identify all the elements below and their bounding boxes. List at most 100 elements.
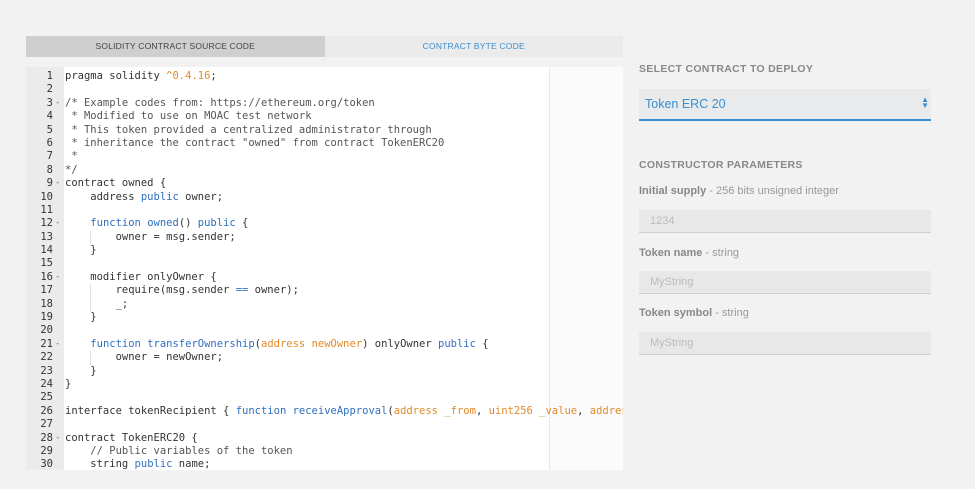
code-text: }	[65, 311, 97, 324]
select-arrows-icon: ▲ ▼	[921, 95, 929, 110]
line-number: 4	[46, 110, 53, 123]
code-line: 27	[26, 418, 623, 431]
code-line: 29 // Public variables of the token	[26, 445, 623, 458]
select-contract-title: SELECT CONTRACT TO DEPLOY	[639, 63, 814, 75]
param-type: - string	[702, 247, 740, 259]
code-line: 12- function owned() public {	[26, 217, 623, 230]
code-line: 30 string public name;	[26, 458, 623, 470]
code-line: 7 *	[26, 150, 623, 163]
line-number: 2	[46, 83, 53, 96]
tab-byte-code[interactable]: CONTRACT BYTE CODE	[324, 36, 623, 57]
line-number: 9	[46, 177, 53, 190]
initial-supply-label: Initial supply - 256 bits unsigned integ…	[639, 185, 839, 197]
code-line: 14 }	[26, 244, 623, 257]
param-name: Token name	[639, 247, 703, 259]
code-text: * This token provided a centralized admi…	[65, 123, 432, 136]
code-line: 6 * inheritance the contract "owned" fro…	[26, 137, 623, 150]
code-lines: 1 pragma solidity ^0.4.16; 2 3-/* Example c…	[26, 70, 623, 470]
fold-toggle-icon[interactable]: -	[55, 97, 63, 110]
code-text: pragma solidity ^0.4.16;	[65, 70, 217, 82]
fold-toggle-icon[interactable]: -	[55, 271, 63, 284]
fold-toggle-icon[interactable]: -	[55, 338, 63, 351]
line-number: 25	[40, 391, 53, 404]
token-symbol-label: Token symbol - string	[639, 307, 749, 319]
code-line: 20	[26, 324, 623, 337]
code-line: 5 * This token provided a centralized ad…	[26, 124, 623, 137]
line-number: 19	[40, 311, 53, 324]
line-number: 3	[46, 96, 53, 109]
code-text: contract owned {	[65, 177, 167, 190]
line-number: 21	[40, 337, 53, 350]
code-line: 18 _;	[26, 297, 623, 312]
code-tabs: SOLIDITY CONTRACT SOURCE CODE CONTRACT B…	[26, 36, 623, 57]
code-text: require(msg.sender == owner);	[65, 284, 299, 297]
code-text: address public owner;	[65, 190, 224, 203]
code-text: * Modified to use on MOAC test network	[65, 110, 312, 123]
code-text: function transferOwnership(address newOw…	[90, 337, 489, 350]
line-number: 26	[40, 404, 53, 417]
param-name: Token symbol	[639, 307, 713, 319]
line-number: 8	[46, 163, 53, 176]
line-number: 28	[40, 431, 53, 444]
code-text: owner = msg.sender;	[65, 230, 236, 243]
code-line: 24}	[26, 378, 623, 391]
code-editor[interactable]: 1 pragma solidity ^0.4.16; 2 3-/* Example c…	[26, 67, 623, 470]
code-line: 8 */	[26, 164, 623, 177]
code-text: function owned() public {	[90, 217, 249, 230]
token-name-label: Token name - string	[639, 247, 739, 259]
param-type: - 256 bits unsigned integer	[706, 185, 839, 197]
line-number: 6	[46, 136, 53, 149]
line-number: 10	[40, 190, 53, 203]
fold-toggle-icon[interactable]: -	[55, 177, 63, 190]
code-text: contract TokenERC20 {	[65, 431, 198, 444]
code-line: 19 }	[26, 311, 623, 324]
param-name: Initial supply	[639, 185, 707, 197]
code-line: 21- function transferOwnership(address n…	[26, 338, 623, 351]
contract-select-value: Token ERC 20	[645, 97, 726, 111]
code-text: *	[65, 150, 78, 163]
line-number: 20	[40, 324, 53, 337]
code-line: 2	[26, 83, 623, 96]
token-symbol-input[interactable]	[639, 332, 931, 355]
code-line: 26 interface tokenRecipient { function re…	[26, 405, 623, 418]
code-text: */	[65, 163, 78, 176]
contract-select[interactable]: Token ERC 20 ▲ ▼	[639, 89, 931, 121]
tab-source-code[interactable]: SOLIDITY CONTRACT SOURCE CODE	[26, 36, 325, 57]
line-number: 11	[40, 203, 53, 216]
code-text: }	[65, 244, 97, 257]
code-panel: SOLIDITY CONTRACT SOURCE CODE CONTRACT B…	[26, 36, 623, 470]
line-number: 13	[40, 230, 53, 243]
line-number: 12	[40, 217, 53, 230]
code-line: 15	[26, 257, 623, 270]
line-number: 14	[40, 244, 53, 257]
code-line: 16- modifier onlyOwner {	[26, 271, 623, 284]
initial-supply-input[interactable]	[639, 210, 931, 233]
code-line: 3-/* Example codes from: https://ethereu…	[26, 97, 623, 110]
code-text: owner = newOwner;	[65, 351, 224, 364]
code-text: string public name;	[65, 458, 211, 470]
code-text: modifier onlyOwner {	[65, 270, 217, 283]
code-text: _;	[65, 297, 129, 310]
code-line: 22 owner = newOwner;	[26, 351, 623, 365]
line-number: 23	[40, 364, 53, 377]
param-type: - string	[712, 307, 749, 319]
code-text: }	[65, 364, 97, 377]
line-number: 30	[40, 458, 53, 470]
line-number: 5	[46, 123, 53, 136]
code-line: 1 pragma solidity ^0.4.16;	[26, 70, 623, 83]
line-number: 22	[40, 351, 53, 364]
fold-toggle-icon[interactable]: -	[55, 432, 63, 445]
code-line: 28- contract TokenERC20 {	[26, 432, 623, 445]
line-number: 24	[40, 377, 53, 390]
token-name-input[interactable]	[639, 271, 931, 294]
line-number: 27	[40, 418, 53, 431]
code-line: 25	[26, 391, 623, 404]
code-text: // Public variables of the token	[65, 444, 293, 457]
code-text: interface tokenRecipient { function rece…	[65, 404, 623, 417]
code-line: 10 address public owner;	[26, 191, 623, 204]
constructor-parameters-title: CONSTRUCTOR PARAMETERS	[639, 159, 803, 171]
fold-toggle-icon[interactable]: -	[55, 217, 63, 230]
line-number: 16	[40, 270, 53, 283]
code-text: /* Example codes from: https://ethereum.…	[65, 96, 375, 109]
code-text: }	[65, 377, 72, 390]
